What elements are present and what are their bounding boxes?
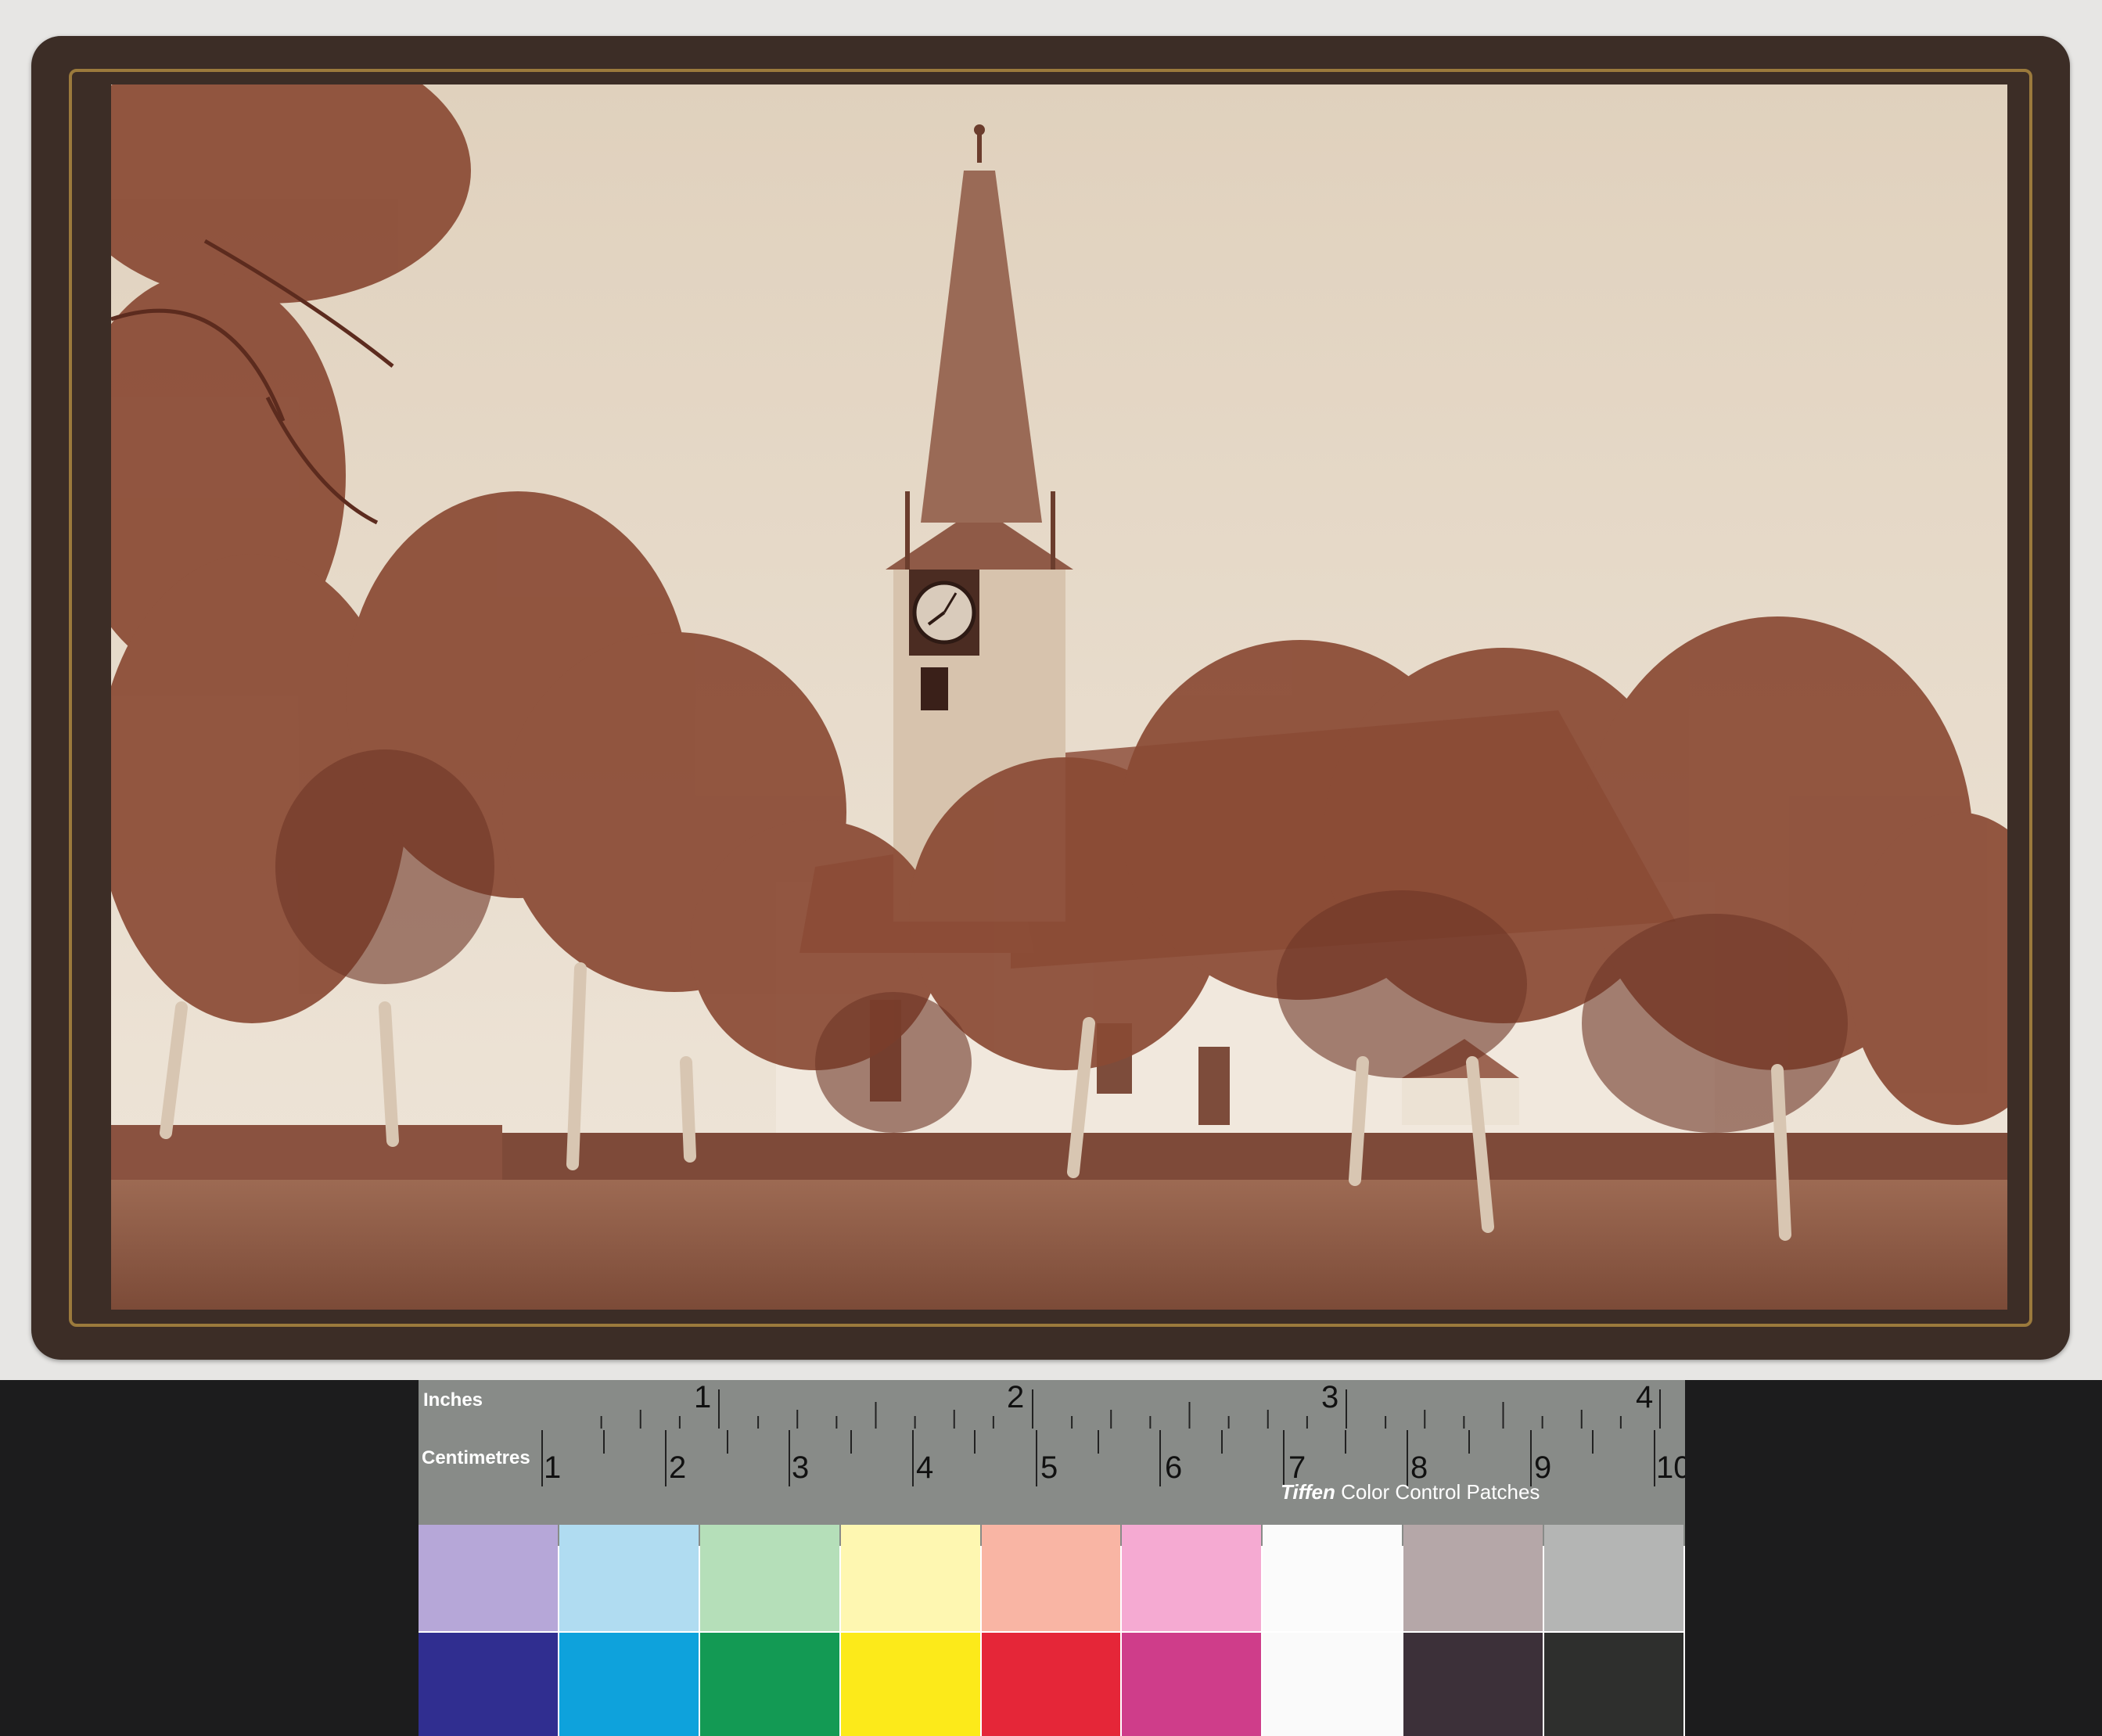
patch-dark-3-color [1403,1633,1543,1736]
patch-dark-magenta [1122,1633,1262,1736]
cm-number-6: 6 [1165,1450,1183,1485]
patch-dark-cyan [559,1633,699,1736]
patch-light-blue [419,1525,558,1631]
patch-light-red [981,1525,1121,1631]
cm-number-1: 1 [544,1450,562,1485]
cm-number-2: 2 [669,1450,687,1485]
cm-number-10: 10 [1656,1450,1685,1485]
inch-number-3: 3 [1321,1380,1339,1414]
patch-light-green [699,1525,839,1631]
patch-dark-green [699,1633,839,1736]
cm-number-9: 9 [1534,1450,1552,1485]
patch-dark-red [981,1633,1121,1736]
church-photo-image [111,84,2007,1310]
inch-ruler: Inches 1 2 3 4 [419,1380,1685,1430]
cm-number-5: 5 [1040,1450,1058,1485]
cm-number-4: 4 [916,1450,934,1485]
patch-dark-black [1544,1633,1683,1736]
meadow [111,1180,2007,1310]
patch-light-black [1544,1525,1683,1631]
inch-number-2: 2 [1007,1380,1025,1414]
patch-light-cyan [559,1525,699,1631]
cm-number-8: 8 [1410,1450,1428,1485]
patch-light-magenta [1122,1525,1262,1631]
patch-dark-blue [419,1633,558,1736]
cm-number-3: 3 [792,1450,810,1485]
cm-number-7: 7 [1288,1450,1306,1485]
patch-dark-white [1263,1633,1403,1736]
inch-ticks [600,1389,1661,1429]
patch-dark-yellow [840,1633,980,1736]
inch-number-4: 4 [1636,1380,1654,1414]
patch-light-white [1263,1525,1403,1631]
color-control-title: Color Control Patches [1341,1480,1540,1504]
patch-light-3-color [1403,1525,1543,1631]
patch-light-yellow [840,1525,980,1631]
color-calibration-target: Inches 1 2 3 4 Centimetres Tiffen Color … [419,1380,1685,1736]
inch-number-1: 1 [694,1380,712,1414]
church-photograph [111,84,2007,1310]
